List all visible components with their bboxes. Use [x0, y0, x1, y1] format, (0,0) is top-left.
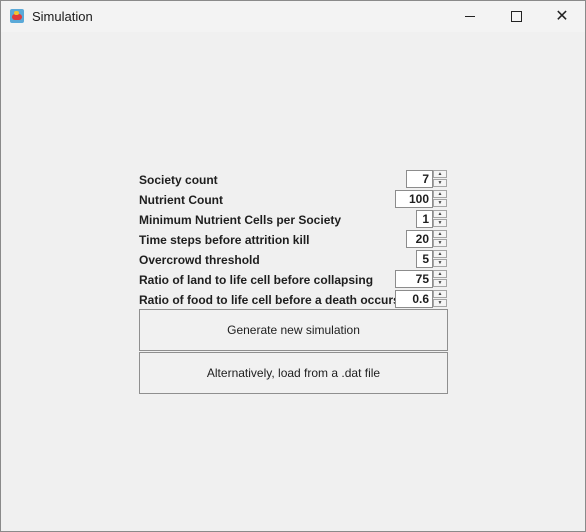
society-count-label: Society count	[139, 173, 218, 187]
maximize-icon	[510, 11, 522, 22]
food-ratio-label: Ratio of food to life cell before a deat…	[139, 293, 400, 307]
food-ratio-up-arrow-icon[interactable]: ▲	[433, 290, 447, 298]
app-icon	[10, 9, 24, 23]
load-dat-file-button[interactable]: Alternatively, load from a .dat file	[139, 352, 448, 394]
attrition-timesteps-down-arrow-icon[interactable]: ▼	[433, 239, 447, 247]
food-ratio-input[interactable]: 0.6	[395, 290, 433, 308]
attrition-timesteps-up-arrow-icon[interactable]: ▲	[433, 230, 447, 238]
nutrient-count-label: Nutrient Count	[139, 193, 223, 207]
land-ratio-up-arrow-icon[interactable]: ▲	[433, 270, 447, 278]
min-nutrient-cells-up-arrow-icon[interactable]: ▲	[433, 210, 447, 218]
nutrient-count-up-arrow-icon[interactable]: ▲	[433, 190, 447, 198]
minimize-button[interactable]	[447, 1, 493, 32]
attrition-timesteps-label: Time steps before attrition kill	[139, 233, 310, 247]
minimize-icon	[465, 16, 475, 17]
society-count-input[interactable]: 7	[406, 170, 433, 188]
attrition-timesteps-spinner[interactable]: 20 ▲ ▼	[406, 230, 447, 248]
land-ratio-down-arrow-icon[interactable]: ▼	[433, 279, 447, 287]
generate-simulation-button[interactable]: Generate new simulation	[139, 309, 448, 351]
land-ratio-input[interactable]: 75	[395, 270, 433, 288]
window-title: Simulation	[32, 9, 93, 24]
close-icon: ✕	[555, 7, 569, 25]
overcrowd-threshold-label: Overcrowd threshold	[139, 253, 260, 267]
attrition-timesteps-input[interactable]: 20	[406, 230, 433, 248]
land-ratio-label: Ratio of land to life cell before collap…	[139, 273, 374, 287]
overcrowd-threshold-input[interactable]: 5	[416, 250, 433, 268]
simulation-window: Simulation ✕ Society count 7 ▲ ▼ Nutrien…	[0, 0, 586, 532]
min-nutrient-cells-label: Minimum Nutrient Cells per Society	[139, 213, 342, 227]
nutrient-count-down-arrow-icon[interactable]: ▼	[433, 199, 447, 207]
land-ratio-spinner[interactable]: 75 ▲ ▼	[395, 270, 447, 288]
close-button[interactable]: ✕	[539, 1, 585, 32]
food-ratio-down-arrow-icon[interactable]: ▼	[433, 299, 447, 307]
nutrient-count-spinner[interactable]: 100 ▲ ▼	[395, 190, 447, 208]
min-nutrient-cells-down-arrow-icon[interactable]: ▼	[433, 219, 447, 227]
food-ratio-spinner[interactable]: 0.6 ▲ ▼	[395, 290, 447, 308]
overcrowd-threshold-down-arrow-icon[interactable]: ▼	[433, 259, 447, 267]
nutrient-count-input[interactable]: 100	[395, 190, 433, 208]
title-bar[interactable]: Simulation ✕	[1, 1, 585, 32]
maximize-button[interactable]	[493, 1, 539, 32]
overcrowd-threshold-up-arrow-icon[interactable]: ▲	[433, 250, 447, 258]
society-count-down-arrow-icon[interactable]: ▼	[433, 179, 447, 187]
overcrowd-threshold-spinner[interactable]: 5 ▲ ▼	[416, 250, 447, 268]
society-count-spinner[interactable]: 7 ▲ ▼	[406, 170, 447, 188]
society-count-up-arrow-icon[interactable]: ▲	[433, 170, 447, 178]
min-nutrient-cells-input[interactable]: 1	[416, 210, 433, 228]
min-nutrient-cells-spinner[interactable]: 1 ▲ ▼	[416, 210, 447, 228]
